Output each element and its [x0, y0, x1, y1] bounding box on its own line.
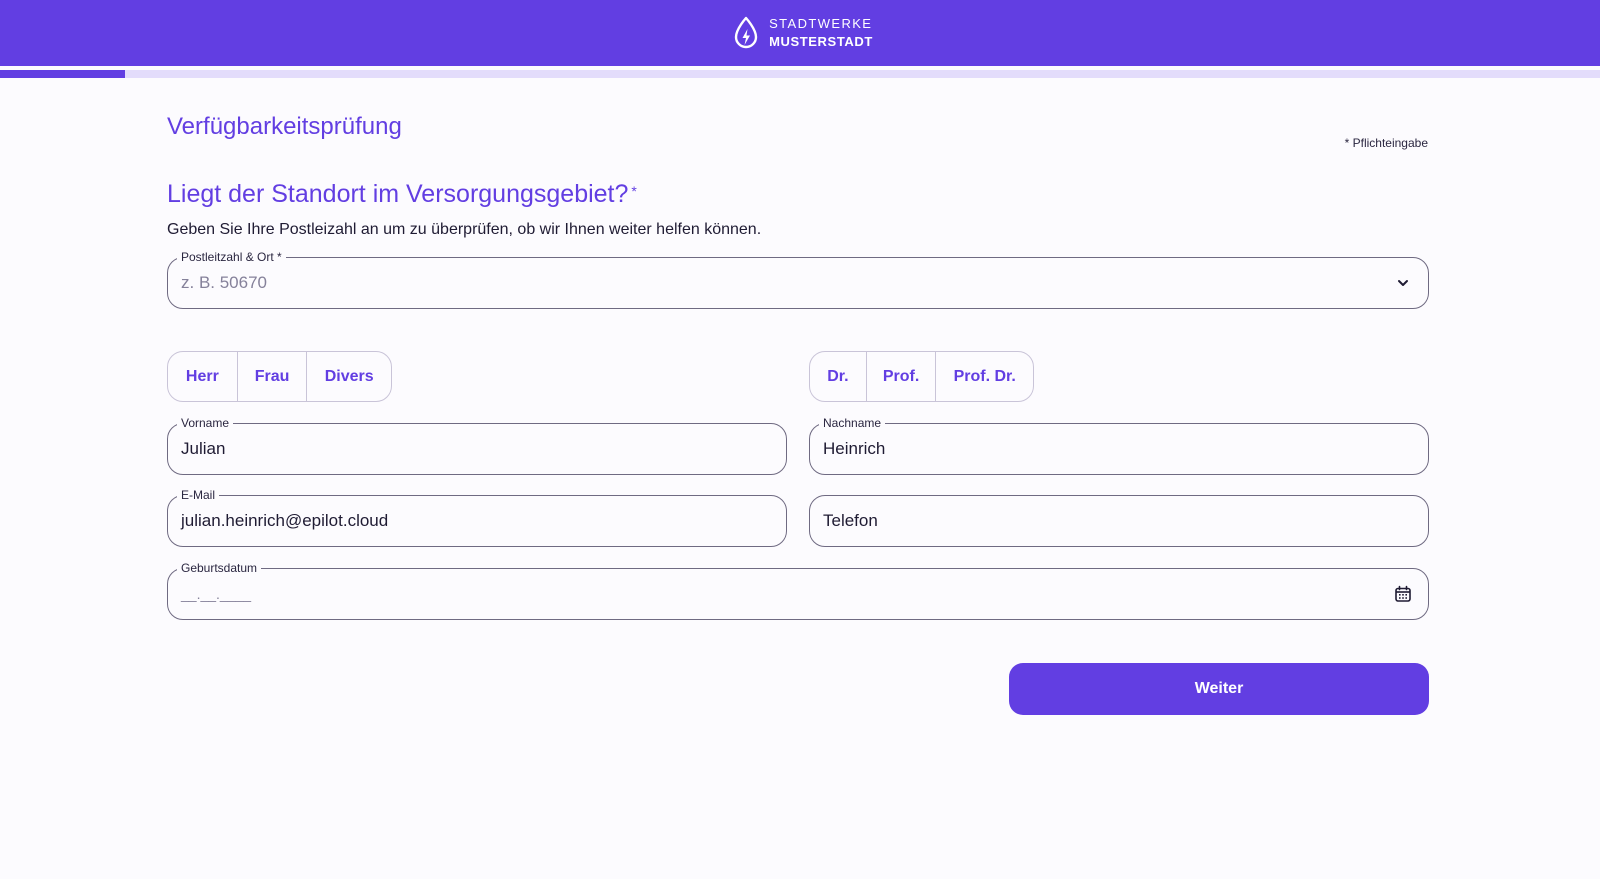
progress-bar-fill — [0, 70, 125, 78]
required-note: * Pflichteingabe — [1344, 136, 1428, 150]
question-heading: Liegt der Standort im Versorgungsgebiet?… — [167, 180, 637, 209]
first-name-field[interactable]: Vorname Julian — [167, 415, 787, 475]
required-asterisk: * — [631, 183, 637, 199]
salutation-selector: Herr Frau Divers — [167, 351, 392, 402]
salutation-option-divers[interactable]: Divers — [307, 352, 391, 401]
next-button[interactable]: Weiter — [1009, 663, 1429, 715]
chevron-down-icon[interactable] — [1392, 272, 1414, 294]
first-name-value: Julian — [181, 439, 226, 458]
email-value: julian.heinrich@epilot.cloud — [181, 511, 389, 530]
first-name-label: Vorname — [177, 415, 234, 431]
birthdate-mask: __.__.____ — [181, 586, 252, 602]
water-drop-lightning-icon — [733, 16, 759, 50]
brand-name-line2: MUSTERSTADT — [769, 34, 873, 49]
postal-code-label: Postleitzahl & Ort * — [177, 249, 286, 265]
salutation-option-herr[interactable]: Herr — [168, 352, 238, 401]
postal-code-select[interactable]: Postleitzahl & Ort * z. B. 50670 — [167, 249, 1429, 309]
question-title: Liegt der Standort im Versorgungsgebiet? — [167, 180, 629, 208]
phone-field[interactable]: Telefon — [809, 495, 1429, 547]
phone-placeholder: Telefon — [823, 511, 878, 530]
last-name-label: Nachname — [819, 415, 886, 431]
last-name-value: Heinrich — [823, 439, 886, 458]
last-name-field[interactable]: Nachname Heinrich — [809, 415, 1429, 475]
salutation-option-frau[interactable]: Frau — [238, 352, 308, 401]
page-title: Verfügbarkeitsprüfung — [167, 113, 402, 140]
postal-code-placeholder: z. B. 50670 — [181, 273, 268, 292]
question-description: Geben Sie Ihre Postleizahl an um zu über… — [167, 221, 762, 238]
top-header: STADTWERKE MUSTERSTADT — [0, 0, 1600, 66]
title-option-prof[interactable]: Prof. — [867, 352, 937, 401]
brand-logo[interactable]: STADTWERKE MUSTERSTADT — [733, 15, 873, 51]
birthdate-label: Geburtsdatum — [177, 560, 262, 576]
brand-name-line1: STADTWERKE — [769, 16, 873, 31]
email-field[interactable]: E-Mail julian.heinrich@epilot.cloud — [167, 487, 787, 547]
title-option-prof-dr[interactable]: Prof. Dr. — [936, 352, 1033, 401]
progress-bar — [0, 70, 1600, 78]
calendar-icon[interactable] — [1392, 583, 1414, 605]
academic-title-selector: Dr. Prof. Prof. Dr. — [809, 351, 1034, 402]
title-option-dr[interactable]: Dr. — [810, 352, 867, 401]
email-label: E-Mail — [177, 487, 220, 503]
birthdate-field[interactable]: Geburtsdatum __.__.____ — [167, 560, 1429, 620]
